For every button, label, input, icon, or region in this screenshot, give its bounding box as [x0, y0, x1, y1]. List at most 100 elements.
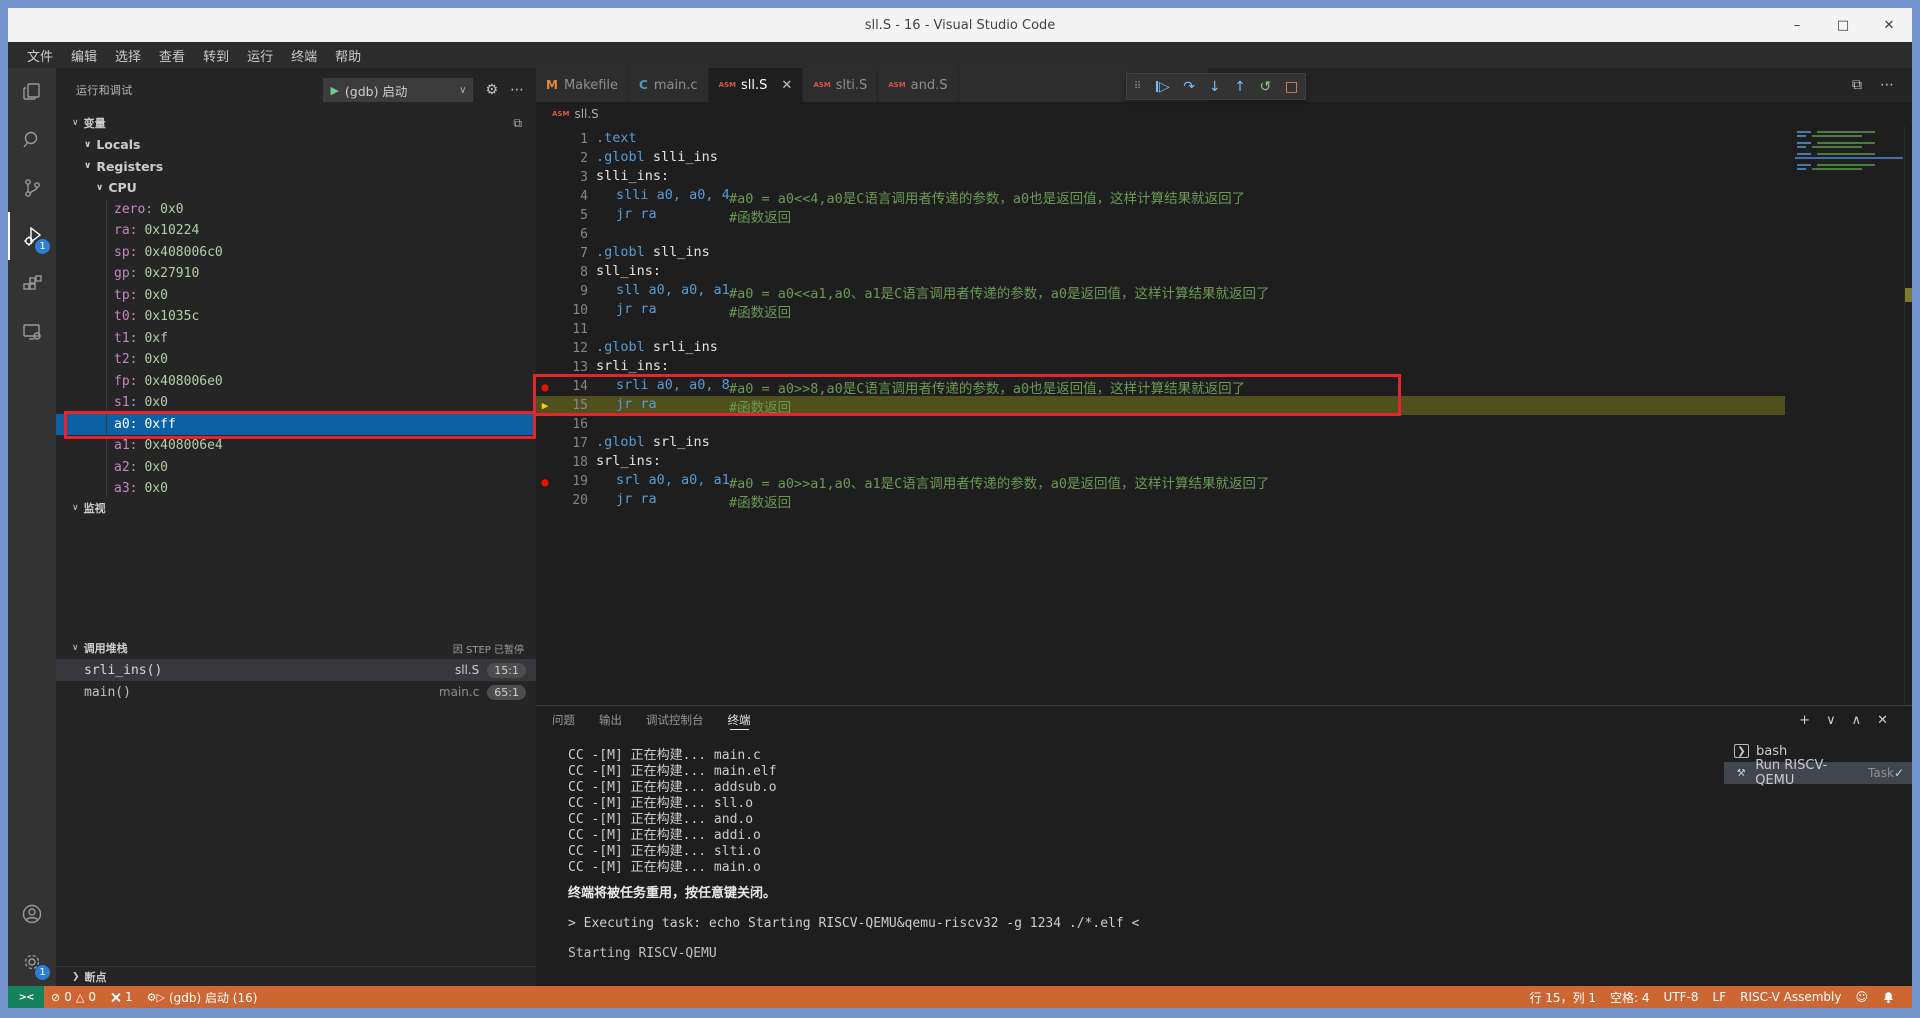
maximize-panel-icon[interactable]: ∧ — [1852, 713, 1862, 728]
panel-tab-终端[interactable]: 终端 — [728, 706, 751, 734]
menu-item-1[interactable]: 编辑 — [62, 42, 106, 68]
code-line-4[interactable]: 4slli a0, a0, 4#a0 = a0<<4,a0是C语言调用者传递的参… — [536, 187, 1912, 206]
code-line-17[interactable]: 17.globl srl_ins — [536, 434, 1912, 453]
terminal-output[interactable]: CC -[M] 正在构建... main.cCC -[M] 正在构建... ma… — [536, 734, 1724, 986]
debug-config-dropdown[interactable]: ▶ (gdb) 启动 ∨ — [323, 78, 473, 102]
code-line-2[interactable]: 2.globl slli_ins — [536, 149, 1912, 168]
search-icon[interactable] — [8, 116, 56, 164]
debug-status[interactable]: ⚙▷ (gdb) 启动 (16) — [140, 986, 265, 1008]
code-line-16[interactable]: 16 — [536, 415, 1912, 434]
breadcrumb[interactable]: ASM sll.S — [536, 102, 1912, 126]
more-actions-icon[interactable]: ⋯ — [510, 82, 524, 98]
cursor-position[interactable]: 行 15，列 1 — [1522, 989, 1603, 1006]
register-row[interactable]: t0:0x1035c — [56, 306, 536, 328]
call-stack-section-header[interactable]: ∨ 调用堆栈 因 STEP 已暂停 — [56, 637, 536, 659]
register-row[interactable]: tp:0x0 — [56, 285, 536, 307]
panel-layout-icon[interactable]: ⧉ — [513, 116, 522, 131]
panel-tab-输出[interactable]: 输出 — [599, 706, 622, 734]
maximize-button[interactable]: □ — [1820, 8, 1866, 42]
code-editor[interactable]: 1.text2.globl slli_ins3slli_ins:4slli a0… — [536, 126, 1912, 705]
watch-section-header[interactable]: ∨ 监视 — [56, 497, 536, 519]
tab-slti.S[interactable]: ASMslti.S — [803, 68, 878, 102]
drag-grip-icon[interactable]: ⠿ — [1134, 81, 1142, 92]
code-line-10[interactable]: 10jr ra#函数返回 — [536, 301, 1912, 320]
code-line-1[interactable]: 1.text — [536, 130, 1912, 149]
register-row[interactable]: ra:0x10224 — [56, 220, 536, 242]
panel-tab-问题[interactable]: 问题 — [552, 706, 575, 734]
code-line-15[interactable]: ▶15jr ra#函数返回 — [536, 396, 1912, 415]
register-row[interactable]: gp:0x27910 — [56, 263, 536, 285]
stop-button[interactable]: □ — [1285, 80, 1298, 94]
source-control-icon[interactable] — [8, 164, 56, 212]
split-editor-icon[interactable]: ⧉ — [1852, 77, 1862, 93]
tab-main.c[interactable]: Cmain.c — [629, 68, 709, 102]
code-line-13[interactable]: 13srli_ins: — [536, 358, 1912, 377]
close-button[interactable]: ✕ — [1866, 8, 1912, 42]
code-line-20[interactable]: 20jr ra#函数返回 — [536, 491, 1912, 510]
task-status[interactable]: 1 — [103, 986, 140, 1008]
register-row[interactable]: fp:0x408006e0 — [56, 371, 536, 393]
tab-and.S[interactable]: ASMand.S — [878, 68, 958, 102]
continue-button[interactable]: ▷ — [1156, 80, 1170, 94]
menu-item-3[interactable]: 查看 — [150, 42, 194, 68]
language-mode[interactable]: RISC-V Assembly — [1733, 990, 1848, 1004]
menu-item-2[interactable]: 选择 — [106, 42, 150, 68]
step-into-button[interactable]: ↓ — [1209, 80, 1221, 94]
remote-indicator[interactable]: >< — [8, 986, 44, 1008]
register-row[interactable]: sp:0x408006c0 — [56, 242, 536, 264]
code-line-3[interactable]: 3slli_ins: — [536, 168, 1912, 187]
tree-group-locals[interactable]: ∨Locals — [56, 134, 536, 156]
indentation-status[interactable]: 空格: 4 — [1603, 989, 1657, 1006]
code-line-11[interactable]: 11 — [536, 320, 1912, 339]
register-row[interactable]: zero:0x0 — [56, 199, 536, 221]
code-line-14[interactable]: ●14srli a0, a0, 8#a0 = a0>>8,a0是C语言调用者传递… — [536, 377, 1912, 396]
menu-item-0[interactable]: 文件 — [18, 42, 62, 68]
new-terminal-icon[interactable]: + — [1799, 713, 1810, 728]
register-row[interactable]: a0:0xff — [56, 414, 536, 436]
editor-more-actions-icon[interactable]: ⋯ — [1880, 77, 1894, 93]
variables-section-header[interactable]: ∨ 变量 ⧉ — [56, 112, 536, 134]
register-row[interactable]: a3:0x0 — [56, 478, 536, 497]
close-panel-icon[interactable]: ✕ — [1877, 713, 1888, 728]
step-out-button[interactable]: ↑ — [1234, 80, 1246, 94]
problems-status[interactable]: ⊘ 0 △ 0 — [44, 986, 103, 1008]
restart-button[interactable]: ↺ — [1260, 80, 1272, 94]
notifications-bell-icon[interactable] — [1875, 991, 1902, 1004]
code-line-5[interactable]: 5jr ra#函数返回 — [536, 206, 1912, 225]
terminal-dropdown-icon[interactable]: ∨ — [1826, 713, 1836, 728]
register-row[interactable]: t1:0xf — [56, 328, 536, 350]
remote-explorer-icon[interactable] — [8, 308, 56, 356]
encoding-status[interactable]: UTF-8 — [1657, 990, 1706, 1004]
tree-group-registers[interactable]: ∨Registers — [56, 156, 536, 178]
explorer-icon[interactable] — [8, 68, 56, 116]
panel-tab-调试控制台[interactable]: 调试控制台 — [646, 706, 704, 734]
close-tab-icon[interactable]: ✕ — [781, 78, 792, 93]
account-icon[interactable] — [8, 890, 56, 938]
settings-gear-icon[interactable]: 1 — [8, 938, 56, 986]
run-and-debug-icon[interactable]: 1 — [8, 212, 56, 260]
tree-group-cpu[interactable]: ∨CPU — [56, 177, 536, 199]
call-stack-frame[interactable]: main()main.c65:1 — [56, 681, 536, 703]
code-line-7[interactable]: 7.globl sll_ins — [536, 244, 1912, 263]
menu-item-7[interactable]: 帮助 — [326, 42, 370, 68]
menu-item-4[interactable]: 转到 — [194, 42, 238, 68]
code-line-19[interactable]: ●19srl a0, a0, a1#a0 = a0>>a1,a0、a1是C语言调… — [536, 472, 1912, 491]
register-row[interactable]: a2:0x0 — [56, 457, 536, 479]
code-line-6[interactable]: 6 — [536, 225, 1912, 244]
extensions-icon[interactable] — [8, 260, 56, 308]
register-row[interactable]: s1:0x0 — [56, 392, 536, 414]
step-over-button[interactable]: ↷ — [1183, 80, 1195, 94]
start-debug-icon[interactable]: ▶ — [330, 84, 338, 97]
menu-item-5[interactable]: 运行 — [238, 42, 282, 68]
minimize-button[interactable]: – — [1774, 8, 1820, 42]
call-stack-frame[interactable]: srli_ins()sll.S15:1 — [56, 659, 536, 681]
code-line-18[interactable]: 18srl_ins: — [536, 453, 1912, 472]
tab-sll.S[interactable]: ASMsll.S✕ — [709, 68, 804, 102]
feedback-icon[interactable]: ☺ — [1848, 990, 1875, 1004]
register-row[interactable]: t2:0x0 — [56, 349, 536, 371]
register-row[interactable]: a1:0x408006e4 — [56, 435, 536, 457]
menu-item-6[interactable]: 终端 — [282, 42, 326, 68]
eol-status[interactable]: LF — [1706, 990, 1734, 1004]
breakpoints-section-header[interactable]: ❯ 断点 — [56, 966, 536, 986]
code-line-9[interactable]: 9sll a0, a0, a1#a0 = a0<<a1,a0、a1是C语言调用者… — [536, 282, 1912, 301]
